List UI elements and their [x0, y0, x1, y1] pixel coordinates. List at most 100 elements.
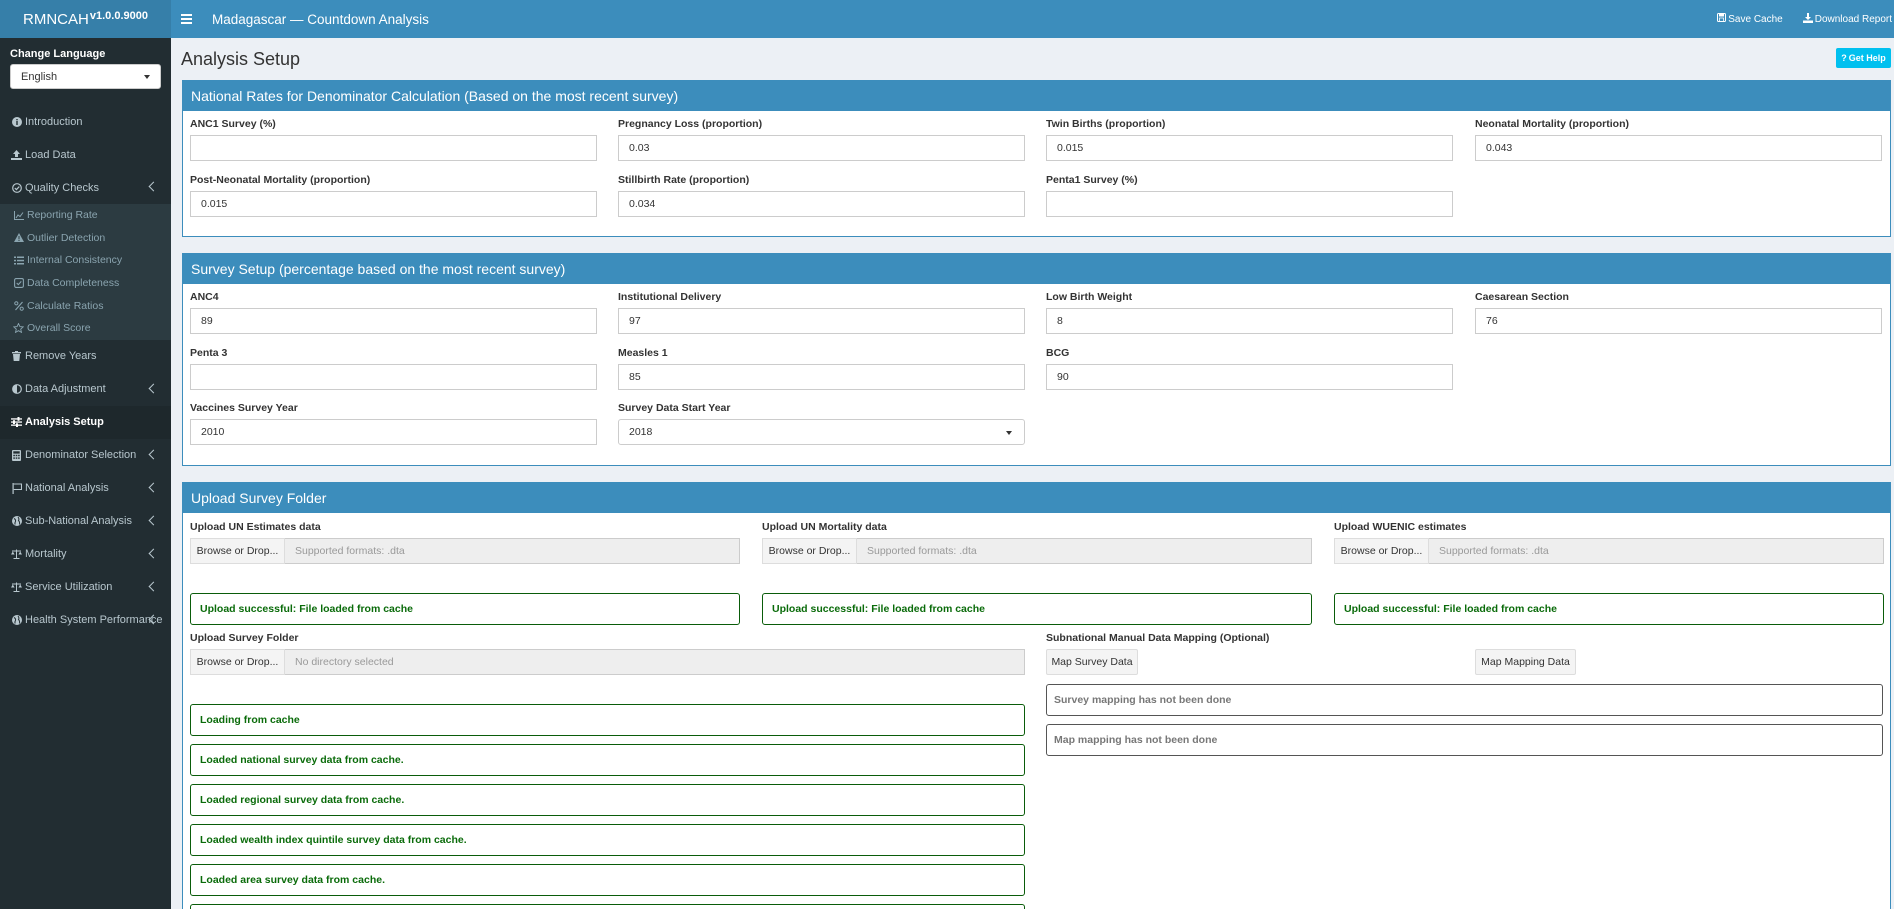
un-estimates-file-field[interactable]: Supported formats: .dta [285, 538, 740, 564]
anc1-survey-input[interactable] [190, 135, 597, 161]
post-neonatal-mortality-input[interactable]: 0.015 [190, 191, 597, 217]
un-mortality-file-field[interactable]: Supported formats: .dta [857, 538, 1312, 564]
download-report-button[interactable]: Download Report [1802, 12, 1892, 26]
low-birth-weight-label: Low Birth Weight [1046, 291, 1133, 303]
save-cache-button[interactable]: Save Cache [1717, 13, 1783, 25]
twin-births-input[interactable]: 0.015 [1046, 135, 1453, 161]
upload-survey-folder-box: Upload Survey Folder Upload UN Estimates… [182, 482, 1891, 909]
language-value: English [21, 70, 58, 83]
caesarean-section-label: Caesarean Section [1475, 291, 1569, 303]
chevron-left-icon [148, 581, 159, 592]
sidebar-item-mortality[interactable]: Mortality [0, 538, 171, 571]
anc1-survey-label: ANC1 Survey (%) [190, 118, 276, 130]
un-estimates-status: Upload successful: File loaded from cach… [190, 593, 740, 625]
pregnancy-loss-input[interactable]: 0.03 [618, 135, 1025, 161]
calculator-icon [11, 449, 22, 461]
penta3-label: Penta 3 [190, 347, 228, 359]
brand-version: v1.0.0.9000 [89, 10, 148, 22]
trash-icon [11, 351, 22, 362]
wuenic-upload[interactable]: Browse or Drop... Supported formats: .dt… [1334, 538, 1884, 564]
header-title: Madagascar — Countdown Analysis [212, 11, 429, 27]
quality-checks-submenu: Reporting Rate Outlier Detection Interna… [0, 204, 171, 340]
chevron-left-icon [148, 515, 159, 526]
warning-triangle-icon [13, 233, 24, 243]
language-select[interactable]: English [10, 64, 161, 89]
bcg-input[interactable]: 90 [1046, 364, 1453, 390]
wuenic-status: Upload successful: File loaded from cach… [1334, 593, 1884, 625]
survey-data-start-year-label: Survey Data Start Year [618, 402, 731, 414]
sidebar-menu: Introduction Load Data Quality Checks Re… [0, 105, 171, 637]
sidebar-item-analysis-setup[interactable]: Analysis Setup [0, 405, 171, 439]
caesarean-section-input[interactable]: 76 [1475, 308, 1882, 334]
check-circle-icon [11, 182, 22, 193]
stillbirth-rate-input[interactable]: 0.034 [618, 191, 1025, 217]
question-icon: ? [1841, 53, 1847, 63]
pregnancy-loss-label: Pregnancy Loss (proportion) [618, 118, 763, 130]
sidebar-item-load-data[interactable]: Load Data [0, 138, 171, 171]
page-title: Analysis Setup [181, 49, 301, 69]
subnational-mapping-label: Subnational Manual Data Mapping (Optiona… [1046, 632, 1270, 644]
list-check-icon [13, 256, 24, 265]
measles1-label: Measles 1 [618, 347, 668, 359]
sidebar-item-introduction[interactable]: Introduction [0, 105, 171, 138]
sidebar-item-sub-national-analysis[interactable]: Sub-National Analysis [0, 505, 171, 538]
chevron-left-icon [148, 482, 159, 493]
sidebar-item-health-system-performance[interactable]: Health System Performance [0, 604, 171, 637]
sidebar-item-quality-checks[interactable]: Quality Checks [0, 171, 171, 204]
penta3-input[interactable] [190, 364, 597, 390]
sidebar-subitem-reporting-rate[interactable]: Reporting Rate [0, 204, 171, 227]
institutional-delivery-input[interactable]: 97 [618, 308, 1025, 334]
twin-births-label: Twin Births (proportion) [1046, 118, 1166, 130]
wuenic-browse-button[interactable]: Browse or Drop... [1334, 538, 1429, 564]
sidebar-item-data-adjustment[interactable]: Data Adjustment [0, 373, 171, 406]
sidebar-subitem-data-completeness[interactable]: Data Completeness [0, 272, 171, 295]
globe-icon [11, 516, 22, 527]
un-mortality-upload[interactable]: Browse or Drop... Supported formats: .dt… [762, 538, 1312, 564]
anc4-input[interactable]: 89 [190, 308, 597, 334]
star-icon [13, 323, 24, 334]
national-rates-box: National Rates for Denominator Calculati… [182, 80, 1891, 237]
main-content: Analysis Setup ? Get Help National Rates … [171, 38, 1894, 909]
cache-message: Loaded regional survey data from cache. [190, 784, 1025, 816]
sidebar-item-national-analysis[interactable]: National Analysis [0, 472, 171, 505]
get-help-button[interactable]: ? Get Help [1836, 48, 1891, 68]
sidebar-subitem-outlier-detection[interactable]: Outlier Detection [0, 227, 171, 250]
survey-mapping-status: Survey mapping has not been done [1046, 684, 1883, 716]
sidebar-item-denominator-selection[interactable]: Denominator Selection [0, 439, 171, 472]
map-mapping-data-button[interactable]: Map Mapping Data [1475, 649, 1576, 675]
measles1-input[interactable]: 85 [618, 364, 1025, 390]
caret-down-icon [1006, 431, 1012, 435]
vaccines-survey-year-input[interactable]: 2010 [190, 419, 597, 445]
vaccines-survey-year-label: Vaccines Survey Year [190, 402, 298, 414]
brand-name: RMNCAH [23, 10, 89, 28]
penta1-survey-label: Penta1 Survey (%) [1046, 174, 1138, 186]
survey-folder-browse-button[interactable]: Browse or Drop... [190, 649, 285, 675]
un-estimates-upload[interactable]: Browse or Drop... Supported formats: .dt… [190, 538, 740, 564]
cache-message: Loading from cache [190, 704, 1025, 736]
info-circle-icon [11, 116, 22, 127]
download-icon [1802, 12, 1813, 26]
cache-message: Loaded area survey data from cache. [190, 864, 1025, 896]
penta1-survey-input[interactable] [1046, 191, 1453, 217]
caret-down-icon [144, 74, 150, 79]
sidebar-item-service-utilization[interactable]: Service Utilization [0, 571, 171, 604]
hamburger-menu-icon[interactable] [181, 14, 192, 24]
survey-folder-field[interactable]: No directory selected [285, 649, 1025, 675]
un-estimates-browse-button[interactable]: Browse or Drop... [190, 538, 285, 564]
sidebar-item-remove-years[interactable]: Remove Years [0, 340, 171, 373]
map-survey-data-button[interactable]: Map Survey Data [1046, 649, 1138, 675]
upload-survey-folder-label: Upload Survey Folder [190, 632, 299, 644]
sidebar-subitem-internal-consistency[interactable]: Internal Consistency [0, 249, 171, 272]
survey-data-start-year-select[interactable]: 2018 [618, 419, 1025, 445]
institutional-delivery-label: Institutional Delivery [618, 291, 722, 303]
sidebar-subitem-overall-score[interactable]: Overall Score [0, 317, 171, 340]
chevron-left-icon [148, 449, 159, 460]
wuenic-file-field[interactable]: Supported formats: .dta [1429, 538, 1884, 564]
sidebar-subitem-calculate-ratios[interactable]: Calculate Ratios [0, 294, 171, 317]
top-header: Madagascar — Countdown Analysis Save Cac… [171, 0, 1894, 38]
low-birth-weight-input[interactable]: 8 [1046, 308, 1453, 334]
un-mortality-browse-button[interactable]: Browse or Drop... [762, 538, 857, 564]
neonatal-mortality-input[interactable]: 0.043 [1475, 135, 1882, 161]
adjust-icon [11, 384, 22, 395]
survey-folder-upload[interactable]: Browse or Drop... No directory selected [190, 649, 1025, 675]
